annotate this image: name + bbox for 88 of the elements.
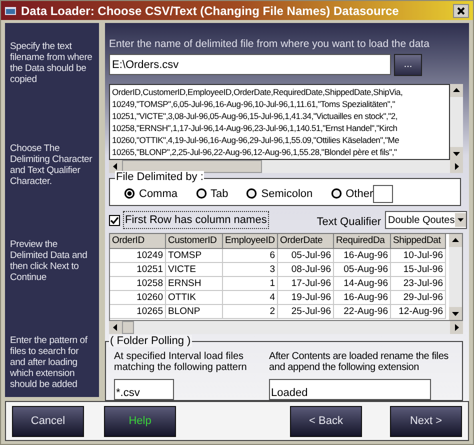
table-cell: 1 <box>223 277 278 291</box>
checkbox[interactable] <box>109 214 120 226</box>
column-header[interactable]: CustomerID <box>166 234 223 249</box>
table-cell: 19-Jul-96 <box>278 291 334 305</box>
file-path-field[interactable]: E:\Orders.csv <box>109 54 391 76</box>
table-cell: OTTIK <box>166 291 223 305</box>
column-header[interactable]: EmployeeID <box>223 234 278 249</box>
extension-field[interactable]: Loaded <box>269 379 431 400</box>
group-legend: ( Folder Polling ) <box>109 335 192 347</box>
table-cell: 10249 <box>110 249 166 263</box>
table-cell: 25-Jul-96 <box>278 305 334 319</box>
table-cell: TOMSP <box>166 249 223 263</box>
text-qualifier-dropdown[interactable]: Double Qoutes <box>385 211 467 229</box>
preview-line: 10258,"ERNSH",1,17-Jul-96,14-Aug-96,23-Jul-96,1,140.51,"Ernst Handel","Kirch <box>112 122 398 134</box>
table-cell: 23-Jul-96 <box>391 277 446 291</box>
table-cell: 10258 <box>110 277 166 291</box>
radio-button[interactable] <box>330 188 342 200</box>
table-cell: 10251 <box>110 263 166 277</box>
preview-line: 10265,"BLONP",2,25-Jul-96,22-Aug-96,12-Aug-96,1,55.28,"Blondel père et fils"," <box>112 146 398 158</box>
scroll-thumb[interactable] <box>122 321 134 334</box>
table-cell: 10265 <box>110 305 166 319</box>
table-cell: BLONP <box>166 305 223 319</box>
step-instruction: Enter the pattern of files to search for and after loading which extension should be added <box>10 335 88 390</box>
table-cell: 12-Aug-96 <box>391 305 446 319</box>
preview-line: 10260,"OTTIK",4,19-Jul-96,16-Aug-96,29-Jul-96,1,55.09,"Ottilies Käseladen","Me <box>112 134 400 146</box>
table-cell: 3 <box>223 263 278 277</box>
file-label: Enter the name of delimited file from where you want to load the data <box>109 37 430 52</box>
preview-line: 10251,"VICTE",3,08-Jul-96,05-Aug-96,15-Jul-96,1,41.34,"Victuailles en stock","2, <box>112 110 399 122</box>
grid-vertical-scrollbar[interactable] <box>449 234 462 320</box>
column-header[interactable]: ShippedDat <box>391 234 446 249</box>
table-cell: 4 <box>223 291 278 305</box>
wizard-button[interactable]: Cancel <box>12 406 84 436</box>
table-cell: 16-Aug-96 <box>334 291 391 305</box>
vertical-scrollbar[interactable] <box>450 84 463 160</box>
other-field[interactable] <box>373 184 394 203</box>
column-header[interactable]: OrderID <box>110 234 166 249</box>
window-icon <box>5 6 17 16</box>
wizard-button[interactable]: < Back <box>290 406 362 436</box>
table-cell: 08-Jul-96 <box>278 263 334 277</box>
browse-button[interactable]: ... <box>394 54 422 76</box>
preview-line: 10249,"TOMSP",6,05-Jul-96,16-Aug-96,10-Jul-96,1,11.61,"Toms Spezialitäten"," <box>112 98 396 110</box>
table-cell: 10260 <box>110 291 166 305</box>
preview-line: OrderID,CustomerID,EmployeeID,OrderDate,RequiredDate,ShippedDate,ShipVia, <box>112 86 404 98</box>
radio-button[interactable] <box>246 188 258 200</box>
radio-button[interactable] <box>124 188 135 200</box>
table-cell: 10-Jul-96 <box>391 249 446 263</box>
pattern-label: At specified Interval load files matching the following pattern <box>114 351 248 373</box>
scroll-right-icon <box>450 321 463 334</box>
grid-horizontal-scrollbar[interactable] <box>109 321 463 334</box>
scroll-up-icon <box>450 84 463 97</box>
table-cell: VICTE <box>166 263 223 277</box>
extension-label: After Contents are loaded rename the files and append the following extension <box>269 351 450 373</box>
radio-button[interactable] <box>196 188 207 200</box>
step-instruction: Preview the Delimited Data and then click Next to Continue <box>10 239 88 283</box>
scroll-down-icon <box>449 307 462 320</box>
table-cell: 22-Aug-96 <box>334 305 391 319</box>
checkbox-label[interactable]: First Row has column names <box>123 210 269 230</box>
column-header[interactable]: OrderDate <box>278 234 334 249</box>
horizontal-scrollbar[interactable] <box>109 160 463 173</box>
wizard-button[interactable]: Help <box>104 406 176 436</box>
scroll-up-icon <box>449 234 462 247</box>
close-button[interactable] <box>453 4 469 18</box>
radio-label[interactable]: Semicolon <box>261 186 313 202</box>
table-cell: 17-Jul-96 <box>278 277 334 291</box>
table-cell: 05-Aug-96 <box>334 263 391 277</box>
table-cell: 15-Jul-96 <box>391 263 446 277</box>
table-cell: 14-Aug-96 <box>334 277 391 291</box>
text-qualifier-label: Text Qualifier <box>316 214 381 230</box>
close-icon <box>457 6 465 14</box>
pattern-field[interactable]: *.csv <box>114 379 174 400</box>
scroll-down-icon <box>450 146 463 160</box>
table-cell: 6 <box>223 249 278 263</box>
table-cell: 2 <box>223 305 278 319</box>
window-title: Data Loader: Choose CSV/Text (Changing File Names) Datasource <box>21 2 399 20</box>
radio-label[interactable]: Tab <box>210 186 228 202</box>
table-cell: ERNSH <box>166 277 223 291</box>
table-cell: 05-Jul-96 <box>278 249 334 263</box>
wizard-button[interactable]: Next > <box>390 406 462 436</box>
table-cell: 29-Jul-96 <box>391 291 446 305</box>
group-legend: File Delimited by : <box>115 170 204 183</box>
step-instruction: Specify the text filename from where the Data should be copied <box>10 41 94 85</box>
step-instruction: Choose The Delimiting Character and Text Qualifier Character. <box>10 143 94 187</box>
table-cell: 16-Aug-96 <box>334 249 391 263</box>
radio-label[interactable]: Comma <box>139 186 178 202</box>
column-header[interactable]: RequiredDa <box>334 234 391 249</box>
scroll-right-icon <box>450 160 463 173</box>
scroll-left-icon <box>109 321 122 334</box>
radio-label[interactable]: Other <box>346 186 374 202</box>
